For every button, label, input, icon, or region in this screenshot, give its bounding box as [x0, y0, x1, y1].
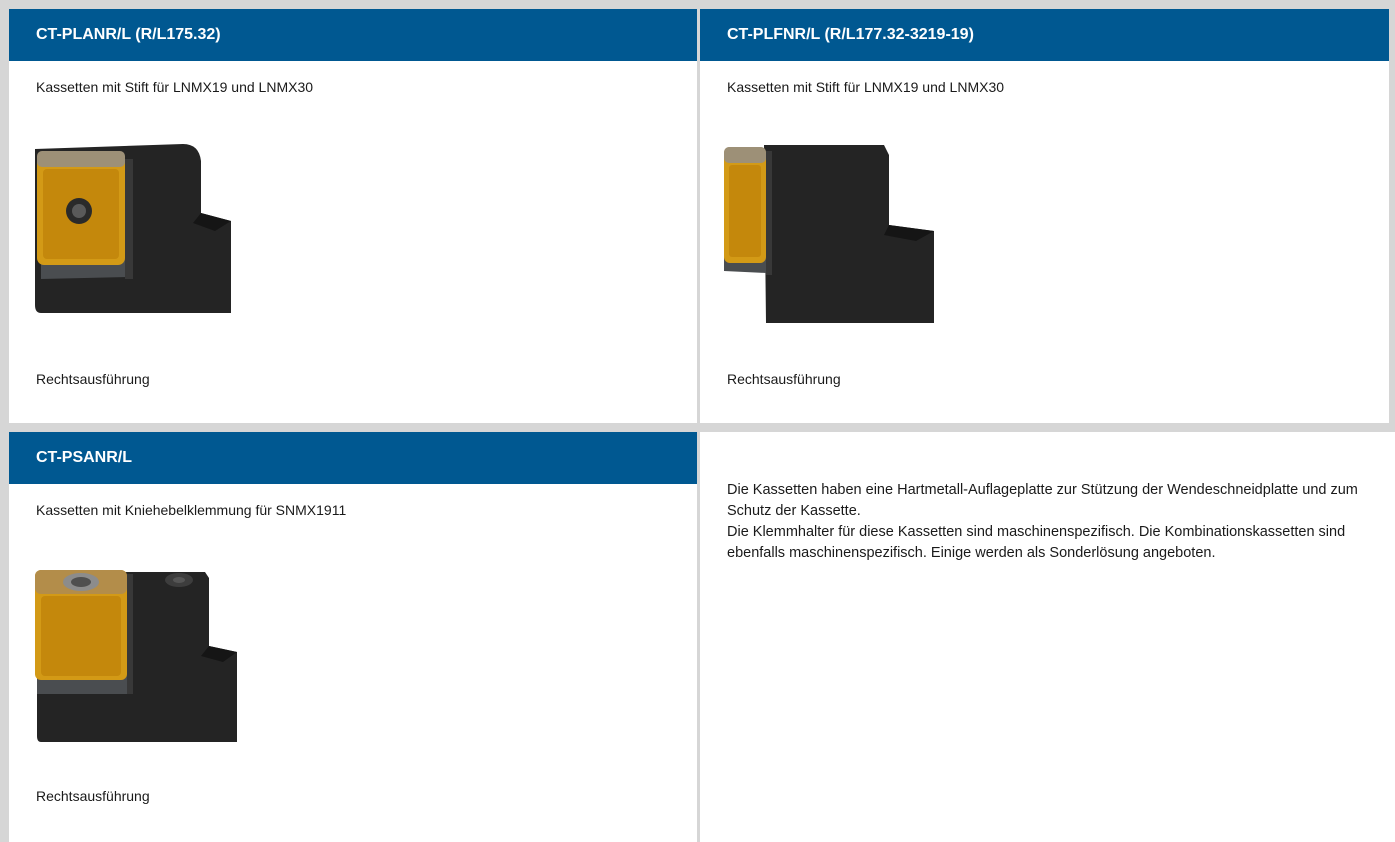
card-variant: Rechtsausführung — [727, 371, 841, 387]
cassette-image — [35, 570, 237, 742]
cassette-card-planr: CT-PLANR/L (R/L175.32) Kassetten mit Sti… — [9, 9, 697, 423]
info-cell: Die Kassetten haben eine Hartmetall-Aufl… — [700, 432, 1389, 842]
info-paragraph-1: Die Kassetten haben eine Hartmetall-Aufl… — [727, 482, 1358, 519]
cassette-image — [724, 145, 934, 323]
info-text: Die Kassetten haben eine Hartmetall-Aufl… — [727, 480, 1367, 564]
info-paragraph-2: Die Klemmhalter für diese Kassetten sind… — [727, 524, 1346, 561]
card-description: Kassetten mit Kniehebelklemmung für SNMX… — [36, 502, 347, 518]
cassette-card-psanr: CT-PSANR/L Kassetten mit Kniehebelklemmu… — [9, 432, 697, 842]
card-description: Kassetten mit Stift für LNMX19 und LNMX3… — [727, 79, 1005, 95]
left-border — [0, 0, 9, 842]
card-description: Kassetten mit Stift für LNMX19 und LNMX3… — [36, 79, 314, 95]
card-title: CT-PLANR/L (R/L175.32) — [9, 9, 697, 61]
card-variant: Rechtsausführung — [36, 788, 150, 804]
card-title: CT-PLFNR/L (R/L177.32-3219-19) — [700, 9, 1389, 61]
cassette-card-plfnr: CT-PLFNR/L (R/L177.32-3219-19) Kassetten… — [700, 9, 1389, 423]
card-title: CT-PSANR/L — [9, 432, 697, 484]
right-border — [1389, 0, 1395, 432]
row-divider — [0, 423, 1395, 432]
cassette-image — [35, 144, 231, 313]
card-variant: Rechtsausführung — [36, 371, 150, 387]
